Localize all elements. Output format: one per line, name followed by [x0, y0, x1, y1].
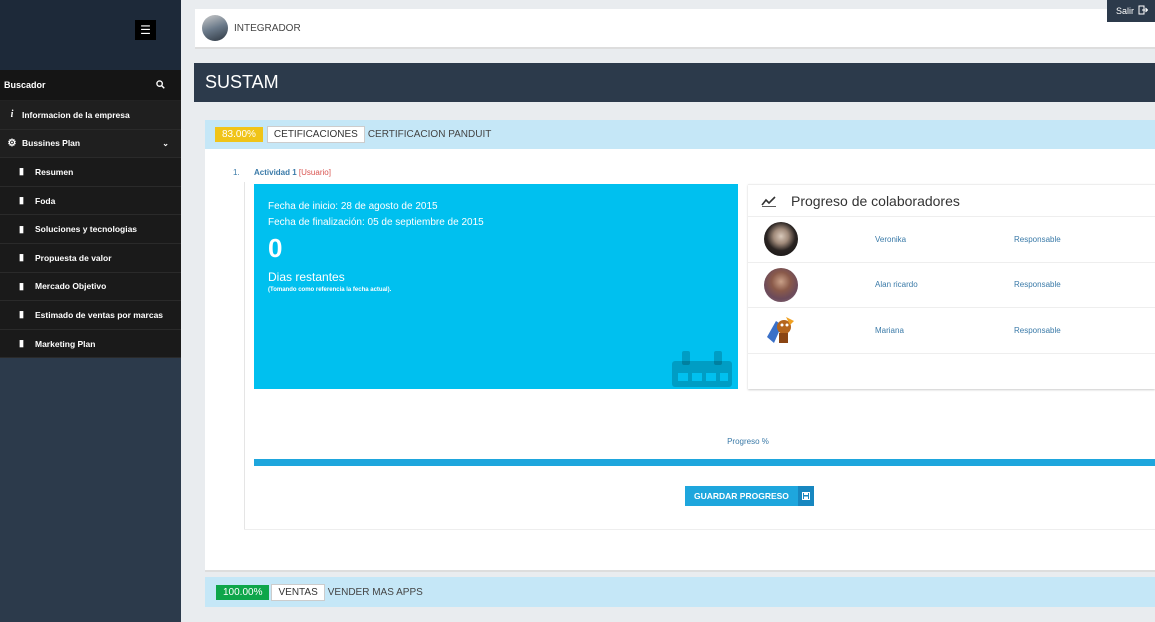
avatar[interactable] [202, 15, 228, 41]
collaborator-row[interactable]: Mariana Responsable [748, 308, 1155, 354]
category-tag: CETIFICACIONES [266, 126, 365, 143]
activity-title-text: Actividad 1 [254, 168, 297, 177]
sidebar-item-label: Informacion de la empresa [22, 109, 130, 120]
collaborator-name: Mariana [875, 325, 904, 335]
timeline-line [244, 182, 245, 530]
info-icon: i [10, 109, 14, 121]
activity-owner: [Usuario] [298, 168, 331, 177]
collaborators-header: Progreso de colaboradores [748, 185, 1155, 217]
progress-bar[interactable] [254, 459, 1155, 466]
floppy-disk-icon [797, 486, 814, 506]
calendar-icon [672, 351, 732, 387]
progress-bar-fill [254, 459, 1155, 466]
sidebar-subitem-label: Estimado de ventas por marcas [35, 309, 164, 320]
book-icon: ▮ [19, 338, 24, 349]
save-progress-button[interactable]: GUARDAR PROGRESO [685, 486, 814, 506]
user-role: INTEGRADOR [234, 22, 301, 34]
sidebar-subitem-label: Resumen [35, 166, 74, 177]
avatar [764, 222, 798, 257]
sidebar-subitem-foda[interactable]: ▮ Foda [0, 186, 181, 216]
certification-name: CERTIFICACION PANDUIT [367, 129, 492, 140]
sidebar-subitem-mercado[interactable]: ▮ Mercado Objetivo [0, 272, 181, 302]
sidebar: ☰ Buscador i Informacion de la empresa ⚙… [0, 0, 181, 622]
days-left-label: Dias restantes [268, 270, 345, 284]
sidebar-subitem-label: Soluciones y tecnologias [35, 224, 138, 235]
book-icon: ▮ [19, 195, 24, 206]
category-tag: VENTAS [271, 583, 325, 601]
search-icon[interactable] [156, 79, 165, 91]
sidebar-subitem-estimado[interactable]: ▮ Estimado de ventas por marcas [0, 301, 181, 330]
logout-label: Salir [1116, 6, 1135, 16]
sidebar-subitem-label: Foda [35, 195, 56, 206]
logout-button[interactable]: Salir [1107, 0, 1155, 22]
sidebar-subitem-label: Propuesta de valor [35, 252, 112, 263]
chevron-down-icon: ⌄ [162, 138, 169, 148]
sidebar-subitem-label: Mercado Objetivo [35, 281, 107, 292]
sales-name: VENDER MAS APPS [327, 586, 423, 598]
collaborators-card: Progreso de colaboradores Veronika Respo… [748, 184, 1155, 389]
chart-line-icon [761, 195, 776, 207]
certification-header[interactable]: 83.00% CETIFICACIONES CERTIFICACION PAND… [205, 120, 1155, 149]
sidebar-item-informacion[interactable]: i Informacion de la empresa [0, 101, 181, 130]
days-left-value: 0 [268, 233, 283, 263]
collaborator-row[interactable]: Veronika Responsable [748, 217, 1155, 263]
collaborator-name: Alan ricardo [875, 280, 918, 290]
sidebar-subitem-propuesta[interactable]: ▮ Propuesta de valor [0, 243, 181, 273]
end-date: Fecha de finalización: 05 de septiembre … [268, 217, 484, 228]
start-date: Fecha de inicio: 28 de agosto de 2015 [268, 201, 438, 212]
collaborator-role: Responsable [1014, 325, 1061, 335]
sidebar-item-bussines-plan[interactable]: ⚙ Bussines Plan ⌄ [0, 129, 181, 159]
sidebar-header: ☰ [0, 0, 181, 70]
certification-panel: 83.00% CETIFICACIONES CERTIFICACION PAND… [205, 120, 1155, 572]
activity-info-box: Fecha de inicio: 28 de agosto de 2015 Fe… [254, 184, 738, 389]
sidebar-search[interactable]: Buscador [0, 70, 181, 101]
save-progress-label: GUARDAR PROGRESO [685, 486, 798, 506]
sidebar-item-label: Bussines Plan [22, 138, 81, 149]
sidebar-subitem-label: Marketing Plan [35, 338, 96, 349]
book-icon: ▮ [19, 280, 24, 291]
gear-icon: ⚙ [7, 137, 17, 149]
book-icon: ▮ [19, 252, 24, 263]
divider [244, 529, 1155, 530]
user-header: INTEGRADOR [195, 9, 1155, 49]
collaborator-role: Responsable [1014, 280, 1061, 290]
progress-badge: 100.00% [216, 584, 270, 600]
sidebar-subitem-marketing[interactable]: ▮ Marketing Plan [0, 329, 181, 359]
collaborator-role: Responsable [1014, 234, 1061, 244]
days-left-note: (Tomando como referencia la fecha actual… [268, 287, 392, 293]
search-label: Buscador [4, 80, 46, 90]
progress-label: Progreso % [727, 437, 769, 446]
sales-header[interactable]: 100.00% VENTAS VENDER MAS APPS [205, 577, 1155, 607]
collaborators-title: Progreso de colaboradores [791, 192, 960, 209]
book-icon: ▮ [19, 309, 24, 320]
page-title: SUSTAM [194, 63, 1155, 102]
activity-title: Actividad 1 [Usuario] [254, 168, 331, 177]
avatar [764, 267, 798, 302]
collaborator-row[interactable]: Alan ricardo Responsable [748, 263, 1155, 308]
progress-badge: 83.00% [215, 127, 263, 142]
activity-number: 1. [233, 168, 240, 177]
sidebar-subitem-resumen[interactable]: ▮ Resumen [0, 158, 181, 187]
avatar [767, 317, 794, 344]
collaborator-name: Veronika [875, 234, 907, 244]
book-icon: ▮ [19, 166, 24, 177]
book-icon: ▮ [19, 223, 24, 234]
logout-icon [1138, 5, 1149, 17]
menu-icon[interactable]: ☰ [135, 20, 156, 40]
sidebar-subitem-soluciones[interactable]: ▮ Soluciones y tecnologias [0, 215, 181, 244]
